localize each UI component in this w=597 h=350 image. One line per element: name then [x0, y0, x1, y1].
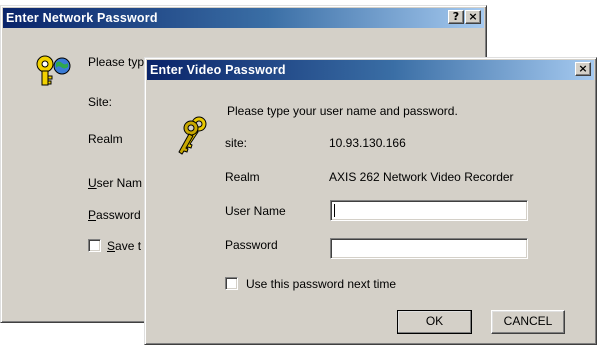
network-site-label: Site: [88, 95, 113, 109]
save-password-label: Use this password next time [246, 277, 397, 291]
network-prompt-text: Please typ [88, 55, 145, 69]
video-password-dialog: Enter Video Password × Please type your … [144, 57, 597, 345]
username-text[interactable] [331, 201, 527, 220]
key-globe-icon [36, 55, 71, 86]
save-password-checkbox[interactable] [225, 277, 238, 290]
cancel-button[interactable]: CANCEL [491, 310, 565, 334]
username-input[interactable] [330, 200, 528, 221]
help-button[interactable]: ? [448, 10, 464, 24]
ok-button[interactable]: OK [397, 310, 472, 334]
network-password-title: Enter Network Password [6, 11, 158, 25]
network-realm-label: Realm [88, 132, 123, 146]
username-label: User Name [225, 204, 286, 218]
video-realm-value: AXIS 262 Network Video Recorder [329, 170, 514, 184]
close-button[interactable]: × [465, 10, 481, 24]
video-site-label: site: [225, 136, 248, 150]
video-password-titlebar[interactable]: Enter Video Password × [147, 60, 594, 80]
close-button[interactable]: × [575, 62, 591, 76]
password-text[interactable] [331, 239, 527, 258]
video-site-value: 10.93.130.166 [329, 136, 406, 150]
password-label: Password [225, 238, 278, 252]
video-password-title: Enter Video Password [150, 63, 286, 77]
password-input[interactable] [330, 238, 528, 259]
video-prompt-text: Please type your user name and password. [227, 104, 458, 118]
network-password-titlebar[interactable]: Enter Network Password ? × [3, 8, 484, 28]
network-username-label: User Nam [88, 176, 143, 190]
network-password-label: Password [88, 208, 141, 222]
text-caret [334, 204, 335, 217]
network-save-password-checkbox[interactable] [88, 239, 101, 252]
video-realm-label: Realm [225, 170, 260, 184]
network-save-password-label: Save t [107, 239, 142, 253]
keys-icon [178, 116, 207, 155]
